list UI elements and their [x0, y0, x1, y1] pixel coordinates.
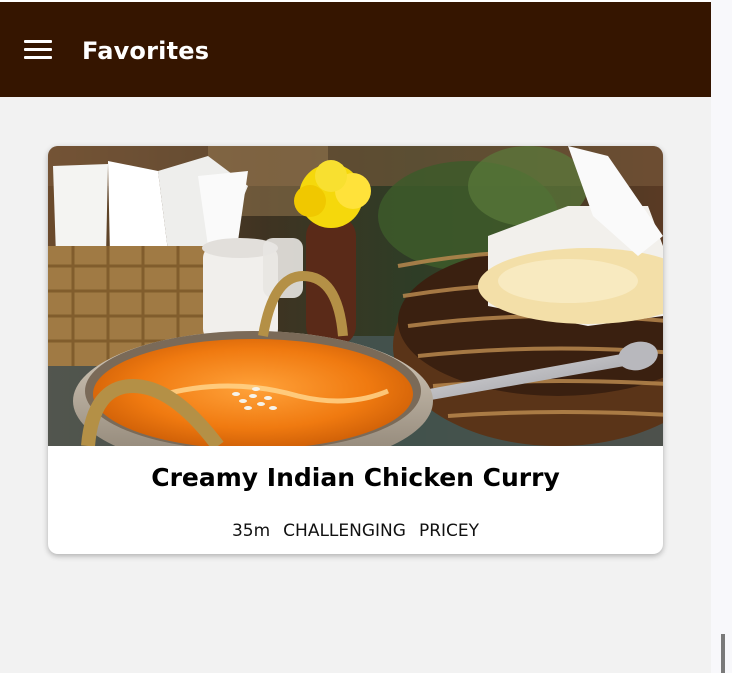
meal-meta: 35m CHALLENGING PRICEY — [48, 520, 663, 542]
app-screen: Favorites Creamy Indian Chicken Curry 35… — [0, 0, 711, 673]
meal-image — [48, 146, 663, 446]
scrollbar-track[interactable] — [711, 0, 732, 673]
meal-affordability: PRICEY — [418, 521, 480, 541]
scrollbar-thumb[interactable] — [721, 634, 725, 673]
meal-complexity: CHALLENGING — [283, 521, 406, 541]
meal-title: Creamy Indian Chicken Curry — [151, 463, 560, 492]
meal-card[interactable]: Creamy Indian Chicken Curry 35m CHALLENG… — [48, 146, 663, 554]
meal-duration: 35m — [231, 521, 271, 541]
hamburger-menu-icon[interactable] — [24, 40, 52, 60]
app-bar: Favorites — [0, 2, 711, 97]
page-title: Favorites — [82, 37, 210, 65]
